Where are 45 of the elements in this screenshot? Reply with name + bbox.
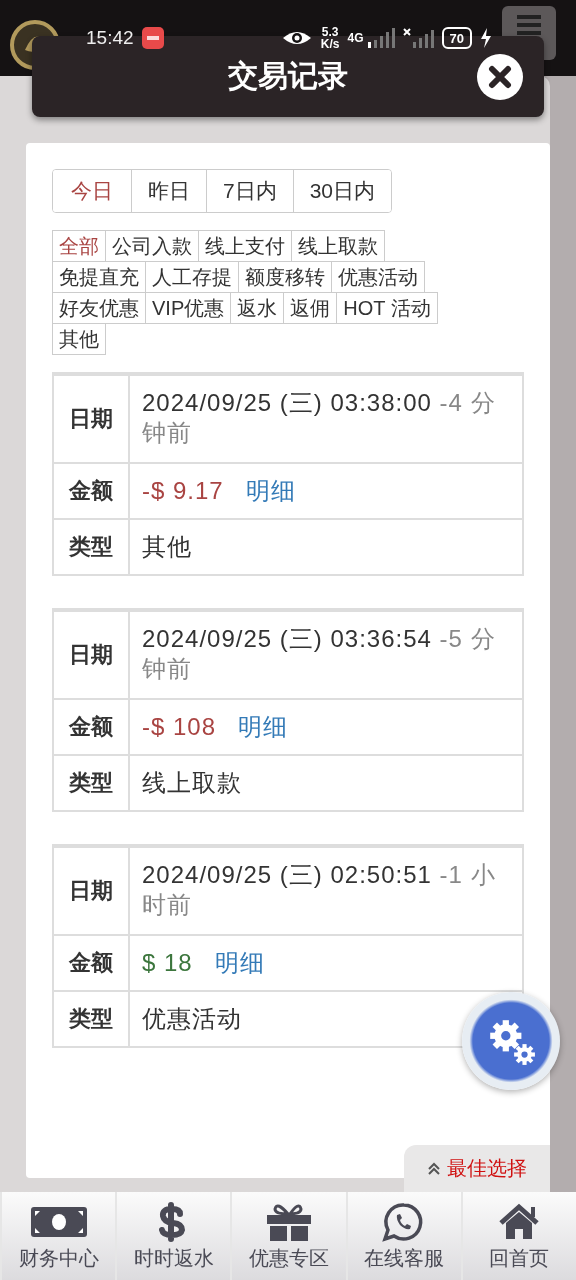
- network-speed: 5.3: [321, 26, 339, 38]
- type-filter[interactable]: 线上取款: [291, 230, 385, 262]
- nav-item[interactable]: 优惠专区: [230, 1192, 346, 1280]
- type-value: 优惠活动: [141, 1004, 243, 1034]
- amount-value: -$ 108: [142, 713, 217, 740]
- field-label: 类型: [54, 992, 130, 1046]
- type-filter[interactable]: 全部: [52, 230, 106, 262]
- type-value: 其他: [141, 532, 193, 562]
- amount-value: -$ 9.17: [142, 477, 224, 504]
- signal-icon: [402, 28, 434, 48]
- field-label: 类型: [54, 756, 130, 810]
- field-label: 金额: [54, 700, 130, 754]
- double-caret-icon: [427, 1161, 441, 1176]
- period-tab[interactable]: 30日内: [292, 170, 392, 212]
- type-value: 线上取款: [141, 768, 243, 798]
- detail-link[interactable]: 明细: [214, 949, 265, 976]
- date-value: 2024/09/25 (三) 03:36:54 -5 分钟前: [141, 624, 497, 684]
- close-button[interactable]: [477, 54, 523, 100]
- type-filter[interactable]: HOT 活动: [336, 292, 438, 324]
- date-value: 2024/09/25 (三) 02:50:51 -1 小时前: [141, 860, 497, 920]
- field-label: 日期: [54, 848, 130, 934]
- nav-item[interactable]: 回首页: [460, 1192, 576, 1280]
- signal-icon: [367, 28, 395, 48]
- type-filter[interactable]: 其他: [52, 323, 106, 355]
- charging-icon: [480, 28, 492, 48]
- field-label: 日期: [54, 612, 130, 698]
- best-choice-tab[interactable]: 最佳选择: [404, 1145, 550, 1192]
- amount-value: $ 18: [142, 949, 193, 976]
- field-label: 金额: [54, 464, 130, 518]
- field-label: 类型: [54, 520, 130, 574]
- speed-unit: K/s: [320, 38, 340, 50]
- detail-link[interactable]: 明细: [238, 713, 289, 740]
- detail-link[interactable]: 明细: [245, 477, 296, 504]
- type-filter[interactable]: 好友优惠: [52, 292, 146, 324]
- nav-item[interactable]: 在线客服: [345, 1192, 461, 1280]
- nav-item[interactable]: 财务中心: [0, 1192, 116, 1280]
- date-value: 2024/09/25 (三) 03:38:00 -4 分钟前: [141, 388, 497, 448]
- network-type: 4G: [347, 31, 364, 45]
- dialog-title: 交易记录: [228, 58, 348, 94]
- app-icon: [141, 27, 164, 49]
- clock-time: 15:42: [86, 27, 134, 49]
- field-label: 日期: [54, 376, 130, 462]
- close-icon: [487, 64, 513, 90]
- nav-item[interactable]: 时时返水: [115, 1192, 231, 1280]
- field-label: 金额: [54, 936, 130, 990]
